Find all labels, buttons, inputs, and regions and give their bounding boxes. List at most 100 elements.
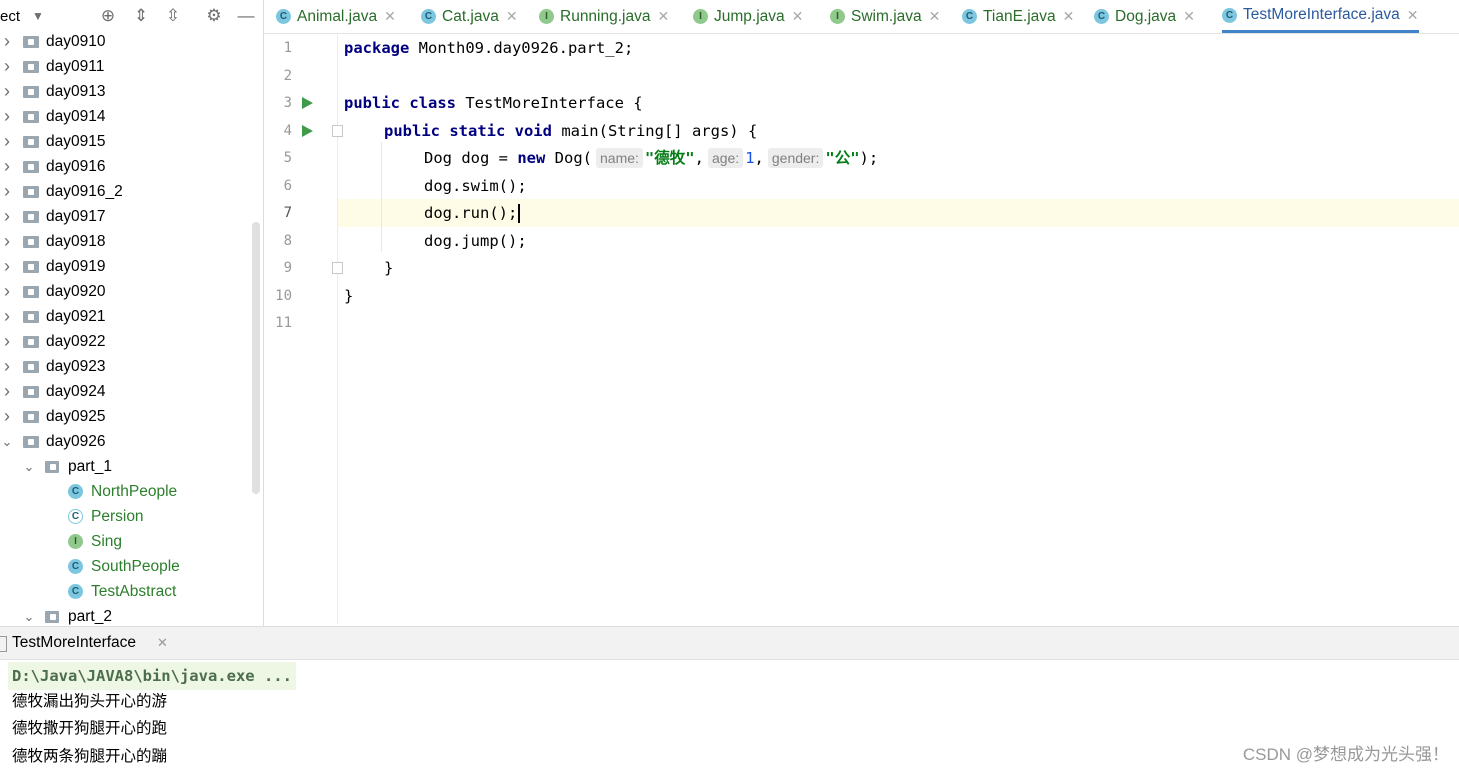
tree-item[interactable]: C Persion [0,504,250,529]
code-line-1: package Month09.day0926.part_2; [344,39,634,57]
chevron-down-icon[interactable]: ⌄ [22,604,36,626]
expand-all-icon[interactable]: ⇕ [131,6,151,26]
line-number: 9 [283,260,292,276]
sidebar-scrollbar[interactable] [252,222,260,494]
tree-item[interactable]: › day0920 [0,279,250,304]
chevron-down-icon[interactable]: ⌄ [22,454,36,479]
interface-icon: I [693,9,708,24]
gear-icon[interactable]: ⚙ [204,6,224,26]
close-icon[interactable]: ✕ [157,635,168,651]
tab-running[interactable]: I Running.java ✕ [539,0,669,33]
tab-label: TestMoreInterface.java [1243,6,1400,23]
tree-item[interactable]: ⌄ part_1 [0,454,250,479]
tree-item[interactable]: › day0923 [0,354,250,379]
chevron-right-icon[interactable]: › [0,229,14,254]
interface-icon: I [539,9,554,24]
close-icon[interactable]: ✕ [506,8,518,25]
project-panel-title[interactable]: ect [0,8,20,25]
project-tree: › day0910 › day0911 › day0913 › day0914 › day0915… [0,29,250,626]
tree-item[interactable]: › day0916_2 [0,179,250,204]
tab-cat[interactable]: C Cat.java ✕ [421,0,518,33]
chevron-right-icon[interactable]: › [0,204,14,229]
tree-item[interactable]: › day0914 [0,104,250,129]
chevron-right-icon[interactable]: › [0,254,14,279]
close-icon[interactable]: ✕ [929,8,941,25]
close-icon[interactable]: ✕ [1183,8,1195,25]
run-tab-label[interactable]: TestMoreInterface [12,634,136,652]
tab-animal[interactable]: C Animal.java ✕ [276,0,396,33]
tree-item-label: day0919 [46,258,106,275]
chevron-right-icon[interactable]: › [0,29,14,54]
tree-item[interactable]: › day0919 [0,254,250,279]
chevron-right-icon[interactable]: › [0,54,14,79]
chevron-down-icon[interactable]: ⌄ [0,429,14,454]
chevron-right-icon[interactable]: › [0,129,14,154]
close-icon[interactable]: ✕ [657,8,669,25]
chevron-right-icon[interactable]: › [0,329,14,354]
tree-item[interactable]: › day0922 [0,329,250,354]
tree-item-label: day0923 [46,358,106,375]
class-icon: C [1094,9,1109,24]
tree-item[interactable]: › day0924 [0,379,250,404]
tab-jump[interactable]: I Jump.java ✕ [693,0,803,33]
line-number: 6 [283,177,292,194]
code-editor[interactable]: package Month09.day0926.part_2; public c… [338,34,1459,624]
chevron-right-icon[interactable]: › [0,279,14,304]
close-icon[interactable]: ✕ [1407,7,1419,24]
close-icon[interactable]: ✕ [384,8,396,25]
tree-item[interactable]: › day0910 [0,29,250,54]
class-icon: C [421,9,436,24]
run-gutter-icon[interactable] [302,124,313,137]
close-icon[interactable]: ✕ [1063,8,1075,25]
tab-swim[interactable]: I Swim.java ✕ [830,0,940,33]
chevron-right-icon[interactable]: › [0,104,14,129]
tree-item[interactable]: C SouthPeople [0,554,250,579]
tree-item[interactable]: › day0917 [0,204,250,229]
tree-item-label: day0914 [46,108,106,125]
folder-icon [23,36,39,48]
chevron-right-icon[interactable]: › [0,304,14,329]
chevron-right-icon[interactable]: › [0,154,14,179]
tab-dog[interactable]: C Dog.java ✕ [1094,0,1195,33]
tree-item[interactable]: › day0916 [0,154,250,179]
code-line-5: Dog dog = new Dog(name: "德牧", age: 1, gender… [424,148,879,168]
tree-item[interactable]: › day0918 [0,229,250,254]
minimize-icon[interactable]: — [236,6,256,26]
chevron-right-icon[interactable]: › [0,179,14,204]
tree-item[interactable]: ⌄ day0926 [0,429,250,454]
package-icon [45,461,59,473]
interface-icon: I [830,9,845,24]
text-caret [518,204,521,223]
folder-icon [23,161,39,173]
chevron-right-icon[interactable]: › [0,79,14,104]
collapse-all-icon[interactable]: ⇳ [163,6,183,26]
indent-guide [381,142,382,252]
chevron-right-icon[interactable]: › [0,404,14,429]
dropdown-chevron-icon[interactable]: ▼ [28,6,48,26]
tree-item-label: day0910 [46,33,106,50]
folder-icon [23,386,39,398]
line-number: 3 [283,95,292,111]
tree-item[interactable]: › day0925 [0,404,250,429]
tree-item[interactable]: › day0915 [0,129,250,154]
tab-label: Running.java [560,7,651,25]
tab-testmoreinterface[interactable]: C TestMoreInterface.java ✕ [1222,0,1419,33]
tree-item[interactable]: I Sing [0,529,250,554]
tree-item[interactable]: › day0913 [0,79,250,104]
package-icon [45,611,59,623]
tree-item-label: Persion [91,508,144,525]
line-number: 7 [283,205,292,221]
tree-item[interactable]: C NorthPeople [0,479,250,504]
folder-icon [23,236,39,248]
chevron-right-icon[interactable]: › [0,379,14,404]
run-gutter-icon[interactable] [302,97,313,109]
chevron-right-icon[interactable]: › [0,354,14,379]
tree-item[interactable]: › day0911 [0,54,250,79]
tree-item[interactable]: C TestAbstract [0,579,250,604]
close-icon[interactable]: ✕ [792,8,804,25]
tree-item[interactable]: ⌄ part_2 [0,604,250,626]
tree-item-label: day0913 [46,83,106,100]
tree-item[interactable]: › day0921 [0,304,250,329]
crosshair-icon[interactable]: ⊕ [98,6,118,26]
tab-tiane[interactable]: C TianE.java ✕ [962,0,1074,33]
